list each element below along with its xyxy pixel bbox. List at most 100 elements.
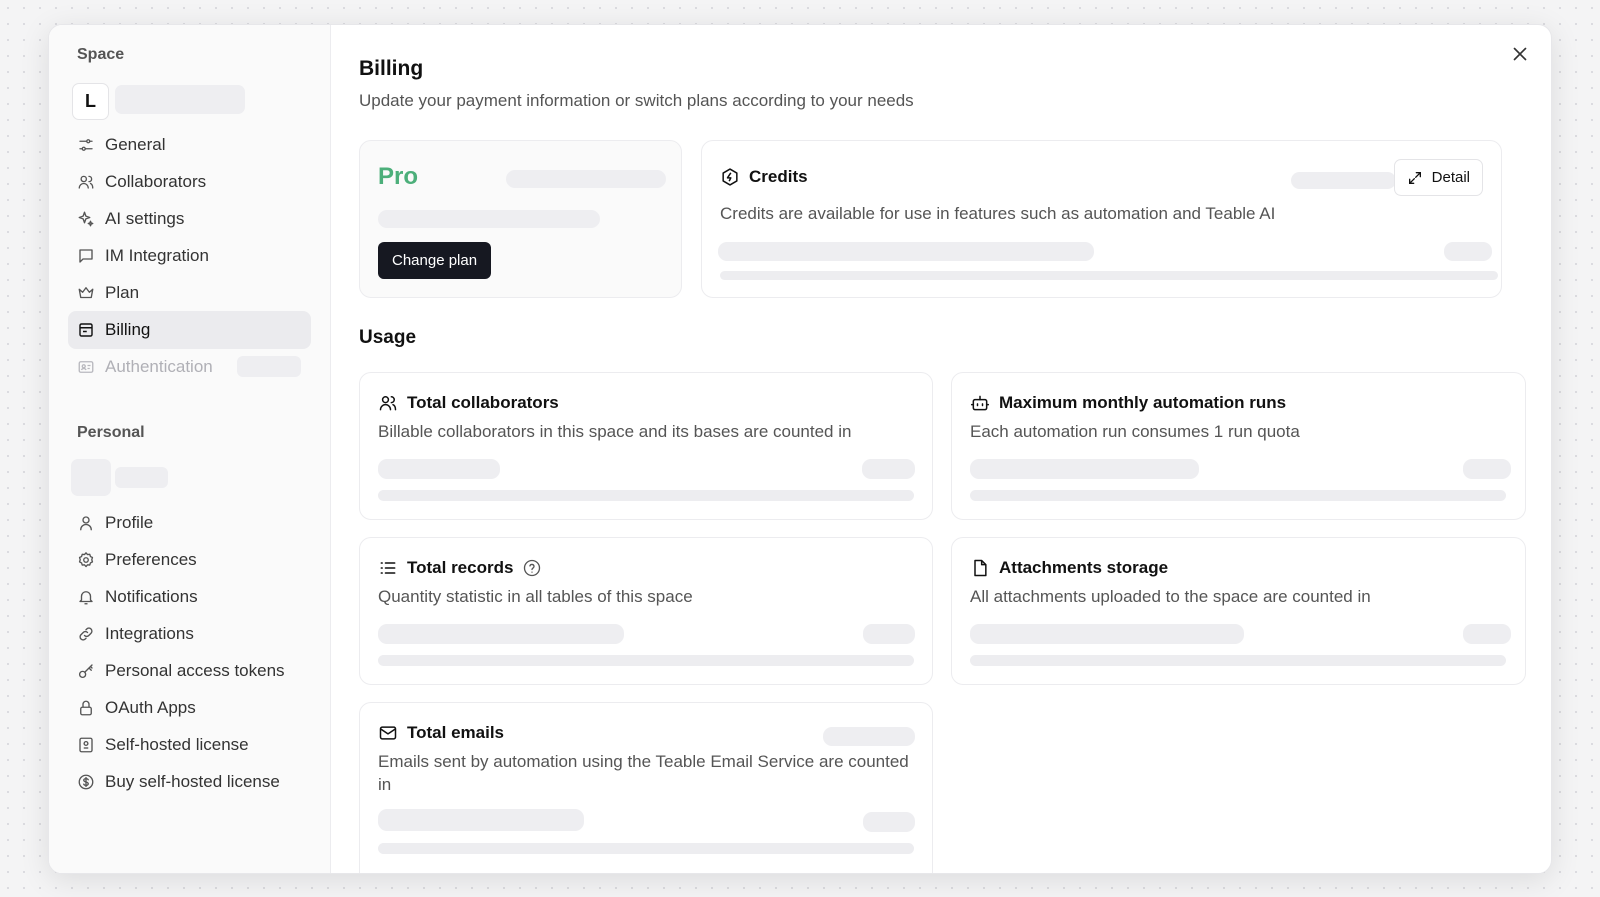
sidebar-item-label: AI settings [105,209,185,228]
sidebar-item-label: Plan [105,283,140,302]
usage-limit-skeleton [1463,459,1511,479]
usage-card-total-collaborators: Total collaborators Billable collaborato… [359,372,933,520]
personal-name-skeleton [115,467,168,488]
sidebar-item-integrations[interactable]: Integrations [68,615,311,653]
bell-icon [77,588,95,606]
sidebar-item-general[interactable]: General [68,126,311,164]
usage-limit-skeleton [862,459,915,479]
bot-icon [970,393,990,413]
credits-value-skeleton [1291,172,1396,189]
close-icon[interactable] [1509,43,1531,65]
sidebar-item-self-hosted-license[interactable]: Self-hosted license [68,726,311,764]
sidebar-item-im-integration[interactable]: IM Integration [68,237,311,275]
usage-value-skeleton [970,459,1199,479]
usage-progress-bar [378,843,914,854]
page-subtitle: Update your payment information or switc… [359,91,914,110]
sliders-icon [77,136,95,154]
settings-sidebar: Space L General Collaborators AI setting… [49,25,331,873]
personal-avatar-skeleton [71,459,111,496]
authentication-badge-skeleton [237,356,301,377]
billing-panel: Billing Update your payment information … [331,25,1551,873]
usage-card-title: Total collaborators [407,393,559,412]
sidebar-item-buy-self-hosted-license[interactable]: Buy self-hosted license [68,763,311,801]
user-icon [77,514,95,532]
usage-section-title: Usage [359,327,417,348]
credits-title: Credits [749,167,808,186]
receipt-icon [77,321,95,339]
credits-description: Credits are available for use in feature… [720,204,1276,223]
usage-card-title: Attachments storage [999,558,1169,577]
usage-card-title-row: Total emails [378,723,504,743]
sidebar-item-plan[interactable]: Plan [68,274,311,312]
usage-card-automation-runs: Maximum monthly automation runs Each aut… [951,372,1526,520]
sidebar-item-notifications[interactable]: Notifications [68,578,311,616]
usage-limit-skeleton [863,624,915,644]
usage-card-attachments-storage: Attachments storage All attachments uplo… [951,537,1526,685]
usage-card-description: All attachments uploaded to the space ar… [970,587,1371,606]
dollar-icon [77,773,95,791]
usage-card-title-row: Maximum monthly automation runs [970,393,1286,413]
usage-card-title-row: Total records [378,558,542,578]
page-title: Billing [359,57,424,80]
credits-usage-skeleton [718,242,1094,261]
credits-count-skeleton [1444,242,1492,261]
detail-label: Detail [1431,169,1470,186]
license-icon [77,736,95,754]
sidebar-item-label: Buy self-hosted license [105,772,280,791]
sidebar-item-label: Self-hosted license [105,735,249,754]
sidebar-item-label: Collaborators [105,172,207,191]
sidebar-item-billing[interactable]: Billing [68,311,311,349]
usage-card-description: Billable collaborators in this space and… [378,422,852,441]
mail-icon [378,723,398,743]
usage-value-skeleton [378,809,584,831]
change-plan-button[interactable]: Change plan [378,242,492,279]
users-icon [77,173,95,191]
sidebar-item-label: Authentication [105,357,213,376]
sidebar-item-preferences[interactable]: Preferences [68,541,311,579]
credits-progress-bar [720,271,1498,280]
personal-section-title: Personal [77,424,145,441]
usage-value-skeleton [378,624,624,644]
key-icon [77,662,95,680]
sidebar-item-label: Personal access tokens [105,661,285,680]
plan-card: Pro Change plan [359,140,682,298]
sidebar-item-oauth-apps[interactable]: OAuth Apps [68,689,311,727]
sidebar-item-personal-access-tokens[interactable]: Personal access tokens [68,652,311,690]
sidebar-item-label: Integrations [105,624,194,643]
usage-card-title: Total records [407,558,514,577]
sidebar-item-label: General [105,135,166,154]
credits-detail-button[interactable]: Detail [1393,159,1483,196]
usage-card-description: Quantity statistic in all tables of this… [378,587,693,606]
sidebar-item-label: Profile [105,513,154,532]
usage-card-total-emails: Total emails Emails sent by automation u… [359,702,933,873]
usage-count-skeleton [823,727,915,746]
usage-limit-skeleton [1463,624,1511,644]
usage-card-description: Each automation run consumes 1 run quota [970,422,1300,441]
sidebar-item-label: OAuth Apps [105,698,196,717]
sidebar-item-label: Preferences [105,550,197,569]
help-icon[interactable] [522,558,542,578]
credits-title-row: Credits [720,167,808,187]
sidebar-item-label: Notifications [105,587,198,606]
usage-limit-skeleton [863,812,915,832]
usage-card-title-row: Attachments storage [970,558,1168,578]
usage-value-skeleton [378,459,500,479]
usage-card-total-records: Total records Quantity statistic in all … [359,537,933,685]
usage-progress-bar [970,655,1506,666]
sidebar-item-collaborators[interactable]: Collaborators [68,163,311,201]
credits-icon [720,167,740,187]
usage-progress-bar [378,490,914,501]
usage-card-description: Emails sent by automation using the Teab… [378,752,909,794]
space-name-skeleton [115,85,245,114]
sidebar-item-ai-settings[interactable]: AI settings [68,200,311,238]
space-avatar[interactable]: L [72,83,109,120]
file-icon [970,558,990,578]
lock-icon [77,699,95,717]
expand-icon [1408,171,1421,184]
settings-dialog: Space L General Collaborators AI setting… [48,24,1552,874]
usage-card-title: Maximum monthly automation runs [999,393,1287,412]
id-card-icon [77,358,95,376]
link-icon [77,625,95,643]
sidebar-item-profile[interactable]: Profile [68,504,311,542]
usage-card-title: Total emails [407,723,504,742]
